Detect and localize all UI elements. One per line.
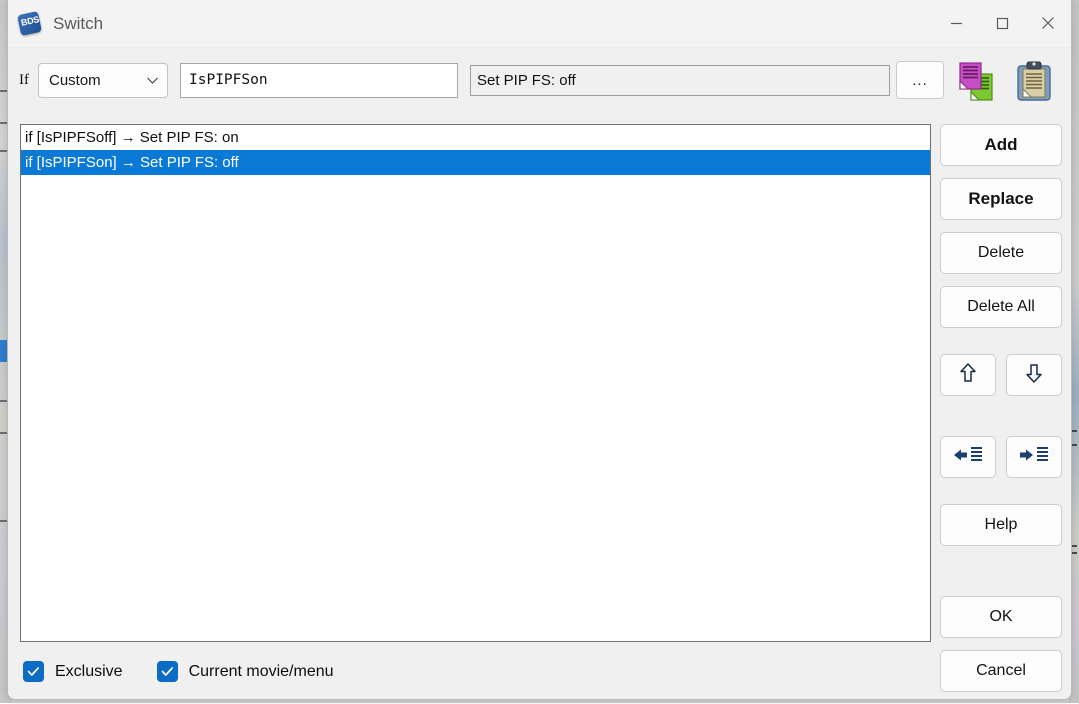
if-label: If bbox=[19, 72, 29, 89]
browse-action-button[interactable]: ... bbox=[896, 61, 944, 99]
current-movie-menu-label: Current movie/menu bbox=[189, 663, 334, 681]
bds-app-icon: BDS bbox=[17, 11, 43, 37]
switch-dialog-window: BDS Switch If Custom IsPIPFSon Set PIP F… bbox=[7, 0, 1072, 700]
exclusive-checkbox-wrapper[interactable]: Exclusive bbox=[23, 661, 123, 682]
delete-button[interactable]: Delete bbox=[940, 232, 1062, 274]
ok-button[interactable]: OK bbox=[940, 596, 1062, 638]
exclusive-label: Exclusive bbox=[55, 663, 123, 681]
window-title: Switch bbox=[53, 14, 103, 34]
action-button-column: Add Replace Delete Delete All bbox=[940, 124, 1066, 704]
cancel-button[interactable]: Cancel bbox=[940, 650, 1062, 692]
condition-type-dropdown[interactable]: Custom bbox=[38, 63, 168, 98]
options-row: Exclusive Current movie/menu bbox=[23, 661, 368, 682]
action-field[interactable]: Set PIP FS: off bbox=[470, 65, 890, 96]
current-movie-menu-checkbox-wrapper[interactable]: Current movie/menu bbox=[157, 661, 334, 682]
maximize-icon[interactable] bbox=[979, 0, 1025, 46]
switch-rules-list[interactable]: if [IsPIPFSoff] → Set PIP FS: on if [IsP… bbox=[20, 124, 931, 642]
outdent-button[interactable] bbox=[940, 436, 996, 478]
add-button[interactable]: Add bbox=[940, 124, 1062, 166]
replace-button[interactable]: Replace bbox=[940, 178, 1062, 220]
indent-icon bbox=[1019, 445, 1049, 470]
indent-button-pair bbox=[940, 436, 1066, 490]
window-controls bbox=[933, 0, 1071, 46]
outdent-icon bbox=[953, 445, 983, 470]
minimize-icon[interactable] bbox=[933, 0, 979, 46]
list-item[interactable]: if [IsPIPFSoff] → Set PIP FS: on bbox=[21, 125, 930, 150]
clipboard-toolbar bbox=[953, 58, 1057, 104]
current-movie-menu-checkbox[interactable] bbox=[157, 661, 178, 682]
condition-type-value: Custom bbox=[49, 72, 146, 89]
move-up-button[interactable] bbox=[940, 354, 996, 396]
indent-button[interactable] bbox=[1006, 436, 1062, 478]
delete-all-button[interactable]: Delete All bbox=[940, 286, 1062, 328]
copy-icon[interactable] bbox=[953, 58, 999, 104]
exclusive-checkbox[interactable] bbox=[23, 661, 44, 682]
title-bar: BDS Switch bbox=[8, 0, 1071, 48]
list-item[interactable]: if [IsPIPFSon] → Set PIP FS: off bbox=[21, 150, 930, 175]
help-button[interactable]: Help bbox=[940, 504, 1062, 546]
close-icon[interactable] bbox=[1025, 0, 1071, 46]
chevron-down-icon bbox=[146, 76, 159, 85]
move-button-pair bbox=[940, 354, 1066, 408]
move-down-button[interactable] bbox=[1006, 354, 1062, 396]
condition-expression-input[interactable]: IsPIPFSon bbox=[180, 63, 458, 98]
move-up-icon bbox=[958, 362, 978, 389]
move-down-icon bbox=[1024, 362, 1044, 389]
condition-form-row: If Custom IsPIPFSon Set PIP FS: off ... bbox=[8, 48, 1071, 110]
paste-clipboard-icon[interactable] bbox=[1011, 58, 1057, 104]
